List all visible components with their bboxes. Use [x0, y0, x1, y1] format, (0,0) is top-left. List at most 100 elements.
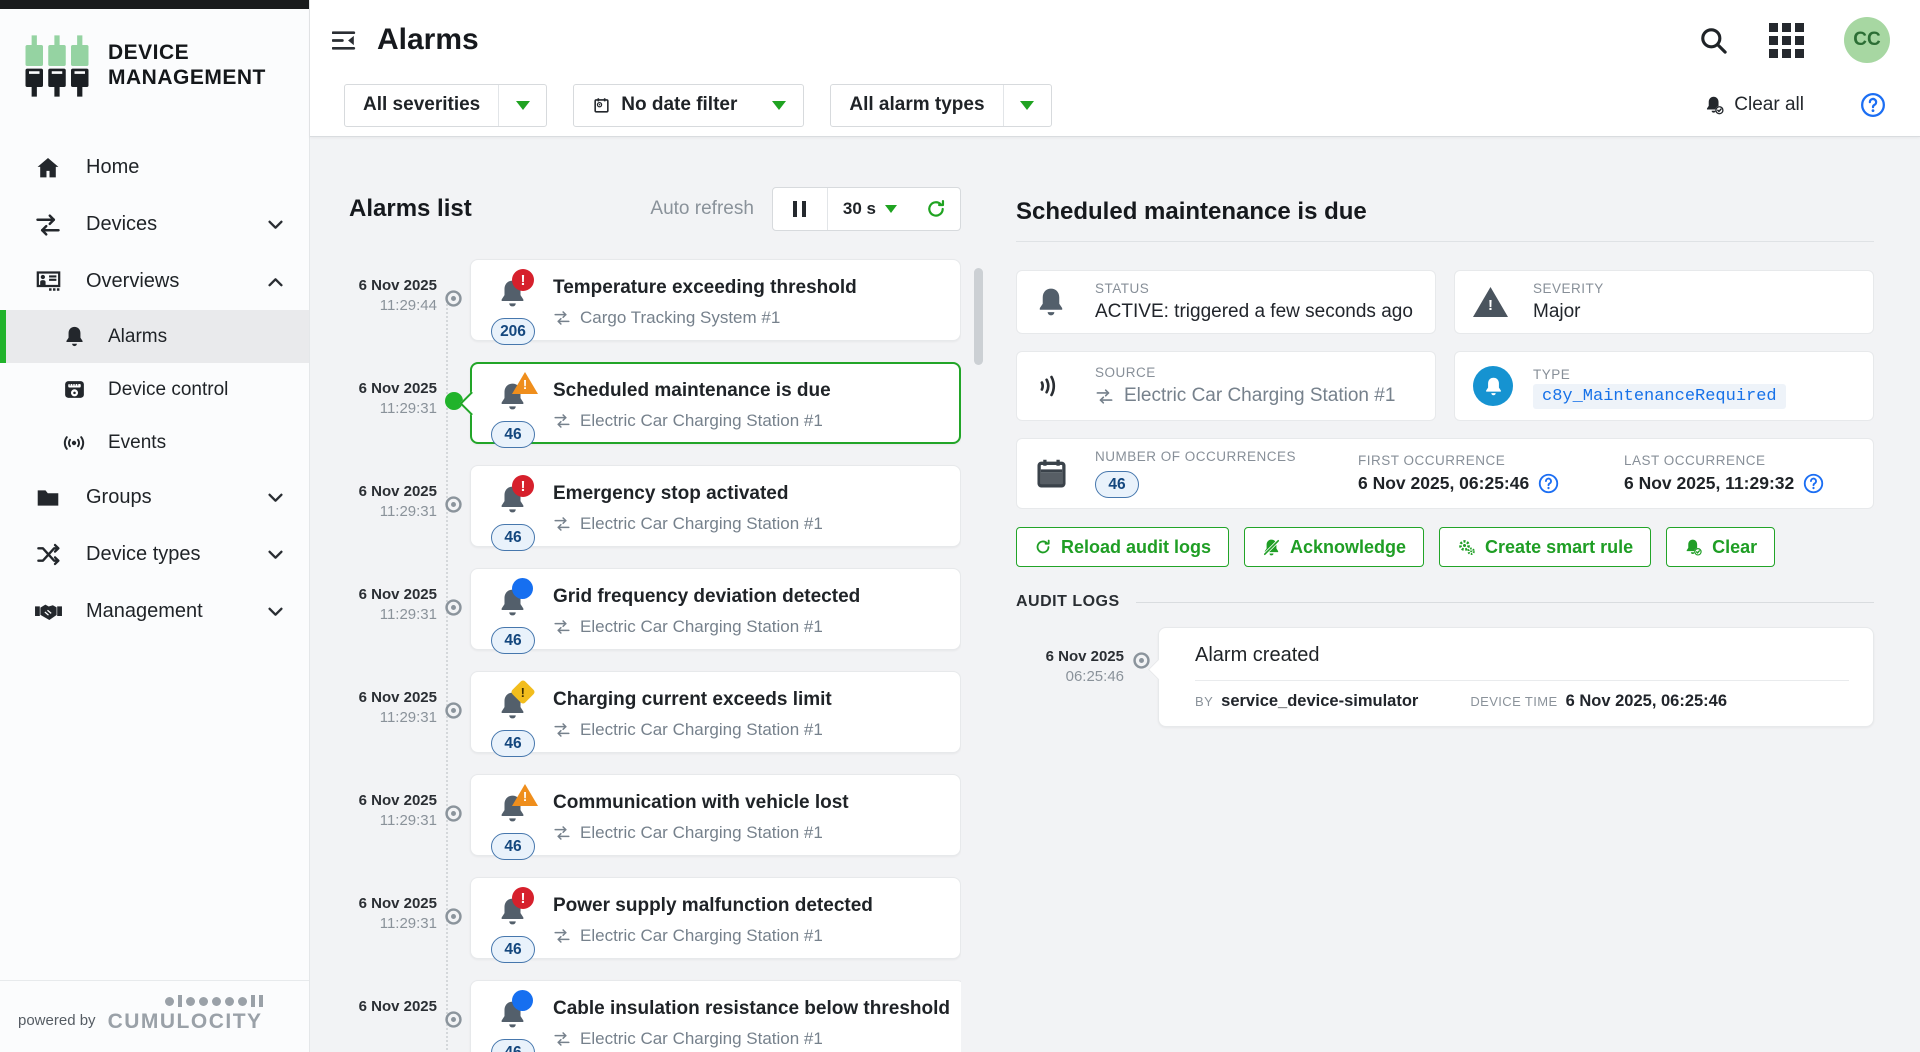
severity-icon	[512, 887, 534, 909]
alarm-list-row: 6 Nov 2025 11:29:31 46 Emergency stop ac…	[349, 465, 961, 547]
alarm-card[interactable]: 46 Cable insulation resistance below thr…	[470, 980, 961, 1052]
alarm-device: Electric Car Charging Station #1	[553, 823, 849, 843]
auto-refresh-controls: Auto refresh 30 s	[650, 187, 961, 231]
alarm-title: Power supply malfunction detected	[553, 895, 873, 917]
clear-all-label: Clear all	[1734, 94, 1804, 116]
timeline-marker	[437, 774, 470, 856]
date-filter-dropdown[interactable]: No date filter	[573, 84, 804, 127]
swap-arrows-icon	[553, 1030, 571, 1048]
alarm-list-row: 6 Nov 2025 11:29:31 46 Scheduled mainten…	[349, 362, 961, 444]
avatar[interactable]: CC	[1844, 17, 1890, 63]
filter-bar: All severities No date filter All alarm …	[310, 80, 1920, 136]
alarm-timestamp-date: 6 Nov 2025	[349, 997, 437, 1017]
device-time-value: 6 Nov 2025, 06:25:46	[1566, 692, 1727, 711]
occurrence-count-badge: 46	[491, 524, 535, 551]
alarm-detail-panel: Scheduled maintenance is due STATUS ACTI…	[1016, 183, 1874, 727]
help-icon[interactable]	[1860, 92, 1886, 118]
refresh-icon	[1034, 538, 1052, 556]
search-icon[interactable]	[1698, 25, 1729, 56]
clear-button[interactable]: Clear	[1666, 527, 1775, 567]
alarm-texts: Cable insulation resistance below thresh…	[553, 994, 950, 1049]
alarm-action-buttons: Reload audit logs Acknowledge Create sma…	[1016, 527, 1874, 567]
detail-title: Scheduled maintenance is due	[1016, 198, 1874, 226]
alarm-card[interactable]: 46 Grid frequency deviation detected Ele…	[470, 568, 961, 650]
severity-icon	[512, 475, 534, 497]
clear-all-button[interactable]: Clear all	[1704, 94, 1804, 116]
cumulocity-dots-pattern	[165, 995, 263, 1007]
alarm-card[interactable]: 46 Power supply malfunction detected Ele…	[470, 877, 961, 959]
source-value[interactable]: Electric Car Charging Station #1	[1095, 385, 1395, 407]
timeline-marker	[437, 877, 470, 959]
app-switcher-icon[interactable]	[1769, 23, 1804, 58]
type-value[interactable]: c8y_MaintenanceRequired	[1533, 384, 1786, 409]
sidebar-item-home[interactable]: Home	[0, 139, 309, 196]
alarm-device: Cargo Tracking System #1	[553, 308, 857, 328]
alarm-list-row: 6 Nov 2025 46 Cable insulation resistanc…	[349, 980, 961, 1052]
circle-dot-marker-icon	[444, 701, 463, 720]
help-icon[interactable]	[1538, 473, 1559, 494]
alarm-card[interactable]: 46 Scheduled maintenance is due Electric…	[470, 362, 961, 444]
alarm-bell-wrap: 46	[495, 582, 553, 654]
alarm-card[interactable]: 46 Communication with vehicle lost Elect…	[470, 774, 961, 856]
alarm-timestamp: 6 Nov 2025 11:29:31	[349, 774, 437, 856]
severity-icon	[512, 269, 534, 291]
sidebar-item-label: Alarms	[108, 326, 167, 348]
severity-triangle-icon	[1473, 287, 1533, 317]
signal-icon	[60, 431, 88, 455]
alarm-list-row: 6 Nov 2025 11:29:31 46 Charging current …	[349, 671, 961, 753]
help-icon[interactable]	[1803, 473, 1824, 494]
app-logo[interactable]: DEVICE MANAGEMENT	[0, 9, 309, 105]
shuffle-icon	[32, 541, 64, 568]
alarm-device: Electric Car Charging Station #1	[553, 411, 831, 431]
auto-refresh-label: Auto refresh	[650, 198, 754, 220]
sidebar-item-label: Home	[86, 156, 139, 179]
alarm-type-filter-dropdown[interactable]: All alarm types	[830, 84, 1051, 127]
sidebar-item-device-control[interactable]: Device control	[0, 363, 309, 416]
sidebar-item-label: Management	[86, 600, 203, 623]
sidebar-item-events[interactable]: Events	[0, 416, 309, 469]
occurrences-card: NUMBER OF OCCURRENCES 46 FIRST OCCURRENC…	[1016, 438, 1874, 509]
alarm-device-name: Electric Car Charging Station #1	[580, 823, 823, 843]
list-scrollbar-thumb[interactable]	[974, 268, 983, 365]
occurrence-count-badge: 46	[491, 421, 535, 448]
sidebar-item-devices[interactable]: Devices	[0, 196, 309, 253]
severity-filter-dropdown[interactable]: All severities	[344, 84, 547, 127]
sidebar-item-groups[interactable]: Groups	[0, 469, 309, 526]
alarm-card[interactable]: 46 Emergency stop activated Electric Car…	[470, 465, 961, 547]
severity-icon	[512, 990, 533, 1011]
alarm-card[interactable]: 46 Charging current exceeds limit Electr…	[470, 671, 961, 753]
brand-line2: MANAGEMENT	[108, 66, 266, 91]
create-smart-rule-button[interactable]: Create smart rule	[1439, 527, 1651, 567]
reload-audit-logs-button[interactable]: Reload audit logs	[1016, 527, 1229, 567]
app-brand-text: DEVICE MANAGEMENT	[108, 41, 266, 91]
chevron-down-icon	[755, 85, 803, 126]
refresh-control-box: 30 s	[772, 187, 961, 231]
interval-dropdown[interactable]: 30 s	[827, 188, 912, 230]
refresh-icon[interactable]	[912, 198, 960, 220]
alarm-device-name: Electric Car Charging Station #1	[580, 720, 823, 740]
collapse-sidebar-icon[interactable]	[332, 30, 359, 51]
divider	[1136, 602, 1874, 603]
sidebar-item-alarms[interactable]: Alarms	[0, 310, 309, 363]
status-card: STATUS ACTIVE: triggered a few seconds a…	[1016, 270, 1436, 334]
alarm-timestamp-time: 11:29:31	[349, 399, 437, 419]
sidebar-item-overviews[interactable]: Overviews	[0, 253, 309, 310]
bell-icon	[60, 325, 88, 348]
swap-arrows-icon	[553, 515, 571, 533]
alarms-list-panel: Alarms list Auto refresh 30 s 6 Nov 2025…	[349, 183, 961, 1052]
swap-arrows-icon	[553, 618, 571, 636]
circle-dot-marker-icon	[444, 289, 463, 308]
chevron-down-icon	[1003, 85, 1051, 126]
timeline-marker	[437, 980, 470, 1052]
acknowledge-button[interactable]: Acknowledge	[1244, 527, 1424, 567]
sidebar-item-management[interactable]: Management	[0, 583, 309, 640]
pause-button[interactable]	[773, 201, 827, 217]
occurrences-label: NUMBER OF OCCURRENCES	[1095, 449, 1358, 464]
alarm-list-row: 6 Nov 2025 11:29:44 206 Temperature exce…	[349, 259, 961, 341]
page-title: Alarms	[377, 23, 479, 57]
audit-timestamp: 6 Nov 2025 06:25:46	[1016, 627, 1124, 727]
sidebar-item-device-types[interactable]: Device types	[0, 526, 309, 583]
presentation-icon	[32, 268, 64, 295]
swap-arrows-icon	[553, 721, 571, 739]
alarm-card[interactable]: 206 Temperature exceeding threshold Carg…	[470, 259, 961, 341]
